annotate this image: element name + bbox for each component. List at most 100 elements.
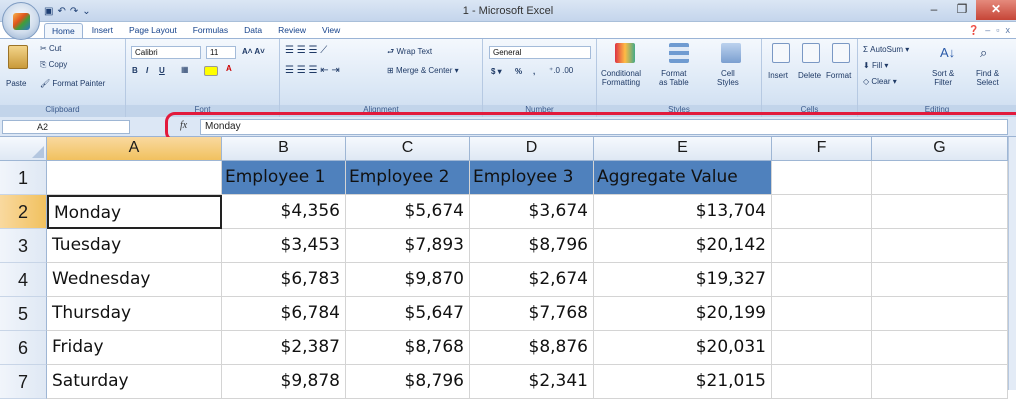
- cell-d1[interactable]: Employee 3: [470, 161, 594, 195]
- tab-formulas[interactable]: Formulas: [186, 23, 235, 39]
- delete-button[interactable]: Delete: [798, 71, 821, 80]
- cell-a3[interactable]: Tuesday: [47, 229, 222, 263]
- cell-f7[interactable]: [772, 365, 872, 399]
- percent-button[interactable]: %: [515, 67, 522, 76]
- cut-button[interactable]: ✂ Cut: [40, 44, 61, 53]
- cell-b6[interactable]: $2,387: [222, 331, 346, 365]
- help-icon[interactable]: ❓: [968, 25, 979, 36]
- format-button[interactable]: Format: [826, 71, 851, 80]
- cell-f3[interactable]: [772, 229, 872, 263]
- cell-styles-icon[interactable]: [721, 43, 741, 63]
- sort-filter-icon[interactable]: A↓: [940, 45, 955, 60]
- comma-button[interactable]: ,: [533, 67, 535, 76]
- tab-insert[interactable]: Insert: [85, 23, 120, 39]
- paste-icon[interactable]: [8, 45, 28, 69]
- fill-color-icon[interactable]: [204, 66, 218, 76]
- tab-page-layout[interactable]: Page Layout: [122, 23, 184, 39]
- cell-b7[interactable]: $9,878: [222, 365, 346, 399]
- delete-cells-icon[interactable]: [802, 43, 820, 63]
- cell-g3[interactable]: [872, 229, 1008, 263]
- align-left-icon[interactable]: ☰ ☰ ☰ ⇤ ⇥: [285, 65, 340, 76]
- column-header-g[interactable]: G: [872, 137, 1008, 161]
- cell-d6[interactable]: $8,876: [470, 331, 594, 365]
- name-box[interactable]: A2: [2, 120, 130, 134]
- row-header-4[interactable]: 4: [0, 263, 47, 297]
- cell-b2[interactable]: $4,356: [222, 195, 346, 229]
- row-header-2[interactable]: 2: [0, 195, 47, 229]
- cell-d7[interactable]: $2,341: [470, 365, 594, 399]
- merge-center-button[interactable]: ⊞ Merge & Center ▾: [387, 66, 459, 75]
- cell-d5[interactable]: $7,768: [470, 297, 594, 331]
- column-header-b[interactable]: B: [222, 137, 346, 161]
- tab-review[interactable]: Review: [271, 23, 313, 39]
- conditional-formatting-icon[interactable]: [615, 43, 635, 63]
- currency-button[interactable]: $ ▾: [491, 67, 502, 76]
- cell-c5[interactable]: $5,647: [346, 297, 470, 331]
- cell-e1[interactable]: Aggregate Value: [594, 161, 772, 195]
- fill-button[interactable]: ⬇ Fill ▾: [863, 61, 888, 70]
- cell-f2[interactable]: [772, 195, 872, 229]
- cell-g1[interactable]: [872, 161, 1008, 195]
- column-header-a[interactable]: A: [47, 137, 222, 161]
- insert-cells-icon[interactable]: [772, 43, 790, 63]
- borders-icon[interactable]: ▦: [181, 65, 189, 74]
- underline-button[interactable]: U: [159, 66, 165, 75]
- decimal-icon[interactable]: ⁺.0 .00: [549, 66, 573, 75]
- cell-d4[interactable]: $2,674: [470, 263, 594, 297]
- cell-f6[interactable]: [772, 331, 872, 365]
- cell-a6[interactable]: Friday: [47, 331, 222, 365]
- cell-e6[interactable]: $20,031: [594, 331, 772, 365]
- number-format-select[interactable]: General: [489, 46, 591, 59]
- font-name-select[interactable]: Calibri: [131, 46, 201, 59]
- cell-c3[interactable]: $7,893: [346, 229, 470, 263]
- cell-g7[interactable]: [872, 365, 1008, 399]
- copy-button[interactable]: ⎘ Copy: [40, 60, 67, 70]
- row-header-5[interactable]: 5: [0, 297, 47, 331]
- cell-f4[interactable]: [772, 263, 872, 297]
- cell-c4[interactable]: $9,870: [346, 263, 470, 297]
- cell-a1[interactable]: [47, 161, 222, 195]
- column-header-d[interactable]: D: [470, 137, 594, 161]
- font-size-select[interactable]: 11: [206, 46, 236, 59]
- maximize-button[interactable]: ❐: [948, 0, 976, 20]
- cell-b3[interactable]: $3,453: [222, 229, 346, 263]
- column-header-e[interactable]: E: [594, 137, 772, 161]
- ribbon-restore-icon[interactable]: ▫: [996, 25, 999, 36]
- insert-button[interactable]: Insert: [768, 71, 788, 80]
- office-button[interactable]: [2, 2, 40, 40]
- paste-button[interactable]: Paste: [6, 79, 26, 88]
- cell-c7[interactable]: $8,796: [346, 365, 470, 399]
- cell-g5[interactable]: [872, 297, 1008, 331]
- cell-c2[interactable]: $5,674: [346, 195, 470, 229]
- vertical-scrollbar[interactable]: [1008, 137, 1016, 390]
- minimize-button[interactable]: –: [920, 0, 948, 20]
- cell-e2[interactable]: $13,704: [594, 195, 772, 229]
- cell-e3[interactable]: $20,142: [594, 229, 772, 263]
- cell-styles-button[interactable]: Cell Styles: [717, 69, 739, 87]
- conditional-formatting-button[interactable]: Conditional Formatting: [601, 69, 641, 87]
- format-cells-icon[interactable]: [832, 43, 850, 63]
- font-color-icon[interactable]: A: [226, 64, 232, 73]
- cell-e5[interactable]: $20,199: [594, 297, 772, 331]
- select-all-button[interactable]: [0, 137, 47, 161]
- cell-b5[interactable]: $6,784: [222, 297, 346, 331]
- row-header-3[interactable]: 3: [0, 229, 47, 263]
- row-header-7[interactable]: 7: [0, 365, 47, 399]
- cell-b1[interactable]: Employee 1: [222, 161, 346, 195]
- cell-b4[interactable]: $6,783: [222, 263, 346, 297]
- binoculars-icon[interactable]: ⌕: [980, 45, 987, 61]
- cell-f5[interactable]: [772, 297, 872, 331]
- close-button[interactable]: ✕: [976, 0, 1016, 20]
- wrap-text-button[interactable]: ⮐ Wrap Text: [387, 46, 432, 60]
- cell-a5[interactable]: Thursday: [47, 297, 222, 331]
- cell-a2[interactable]: Monday: [47, 195, 222, 229]
- tab-data[interactable]: Data: [237, 23, 269, 39]
- cell-d2[interactable]: $3,674: [470, 195, 594, 229]
- row-header-1[interactable]: 1: [0, 161, 47, 195]
- autosum-button[interactable]: Σ AutoSum ▾: [863, 45, 909, 54]
- cell-g6[interactable]: [872, 331, 1008, 365]
- grow-font-button[interactable]: A˄ A˅: [242, 47, 265, 56]
- column-header-c[interactable]: C: [346, 137, 470, 161]
- cell-d3[interactable]: $8,796: [470, 229, 594, 263]
- cell-e7[interactable]: $21,015: [594, 365, 772, 399]
